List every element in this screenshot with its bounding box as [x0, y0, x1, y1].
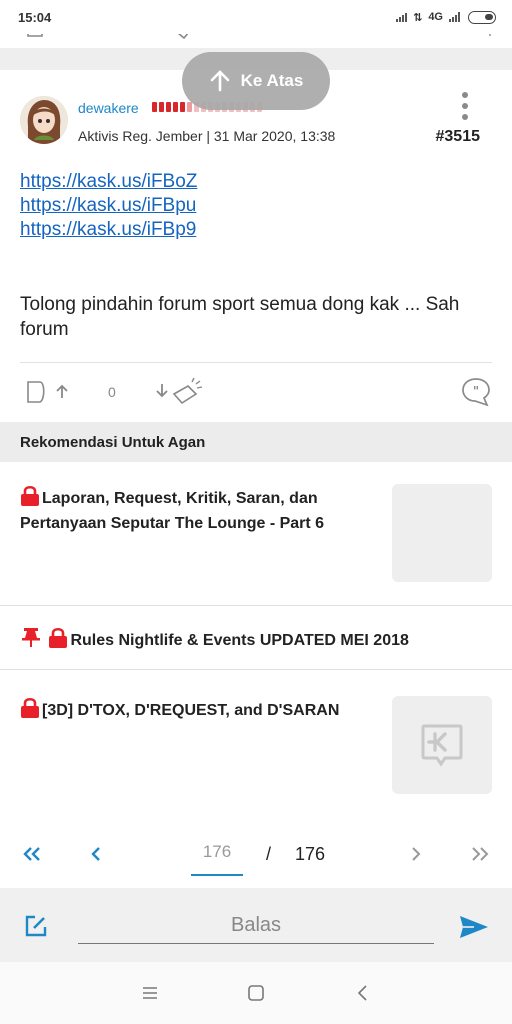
send-icon[interactable] — [458, 914, 490, 940]
lock-icon — [21, 485, 39, 506]
page-number-input[interactable]: 176 — [191, 842, 243, 876]
recommendation-item[interactable]: Laporan, Request, Kritik, Saran, dan Per… — [0, 462, 512, 606]
recommendation-item[interactable]: [3D] D'TOX, D'REQUEST, and D'SARAN — [0, 672, 512, 814]
next-page-icon[interactable] — [410, 846, 422, 862]
divider — [20, 362, 492, 363]
post-text: Tolong pindahin forum sport semua dong k… — [20, 294, 460, 340]
post-meta: Aktivis Reg. Jember | 31 Mar 2020, 13:38 — [78, 128, 336, 144]
lock-icon — [49, 627, 68, 648]
more-options-icon[interactable] — [458, 92, 472, 120]
home-icon[interactable] — [247, 984, 265, 1002]
post-actions: 0 " — [0, 372, 512, 412]
downvote-icon[interactable] — [154, 376, 204, 406]
scroll-to-top-button[interactable]: Ke Atas — [182, 52, 330, 110]
quote-comment-icon[interactable]: " — [460, 376, 492, 408]
cell-signal-icon — [449, 12, 460, 22]
reply-bar: Balas — [0, 888, 512, 962]
page-separator: / — [266, 844, 272, 864]
status-time: 15:04 — [18, 9, 52, 25]
upvote-icon[interactable] — [26, 378, 72, 406]
recommendation-thumbnail[interactable] — [392, 484, 492, 582]
compose-icon[interactable] — [24, 914, 48, 938]
status-bar: 15:04 ⇅ 4G — [0, 0, 512, 34]
last-page-icon[interactable] — [470, 846, 490, 862]
post-links: https://kask.us/iFBoZ https://kask.us/iF… — [20, 170, 197, 242]
recommendation-title[interactable]: Laporan, Request, Kritik, Saran, dan Per… — [20, 484, 370, 536]
menu-icon[interactable] — [142, 986, 158, 1000]
user-avatar-image — [20, 96, 68, 144]
post-link[interactable]: https://kask.us/iFBp9 — [20, 218, 197, 242]
data-arrows-icon: ⇅ — [413, 11, 423, 24]
system-navigation-bar — [0, 962, 512, 1024]
recommendation-title[interactable]: [3D] D'TOX, D'REQUEST, and D'SARAN — [20, 696, 370, 723]
post-link[interactable]: https://kask.us/iFBpu — [20, 194, 197, 218]
reply-input[interactable]: Balas — [78, 910, 434, 944]
page-total: 176 — [295, 844, 326, 864]
network-type: 4G — [428, 11, 443, 23]
pin-icon — [22, 628, 40, 647]
status-icons: ⇅ 4G — [396, 10, 496, 24]
previous-page-icon[interactable] — [90, 846, 102, 862]
vote-count: 0 — [108, 384, 116, 400]
pagination: 176 / 176 — [0, 832, 512, 878]
post-number: #3515 — [435, 128, 481, 145]
arrow-up-icon — [210, 70, 229, 92]
post-link[interactable]: https://kask.us/iFBoZ — [20, 170, 197, 194]
scroll-to-top-label: Ke Atas — [240, 71, 304, 90]
recommendation-thumbnail[interactable] — [392, 696, 492, 794]
recommendation-item[interactable]: Rules Nightlife & Events UPDATED MEI 201… — [0, 606, 512, 670]
wifi-signal-icon — [396, 12, 408, 22]
battery-icon — [468, 10, 496, 24]
svg-text:": " — [473, 384, 479, 398]
first-page-icon[interactable] — [22, 846, 42, 862]
kaskus-placeholder-icon — [421, 724, 463, 767]
recommendations-header: Rekomendasi Untuk Agan — [0, 422, 512, 462]
lock-icon — [21, 697, 39, 718]
recommendation-title[interactable]: Rules Nightlife & Events UPDATED MEI 201… — [20, 626, 490, 653]
post-username[interactable]: dewakere — [78, 100, 139, 116]
avatar[interactable] — [20, 96, 68, 144]
back-icon[interactable] — [356, 984, 368, 1002]
